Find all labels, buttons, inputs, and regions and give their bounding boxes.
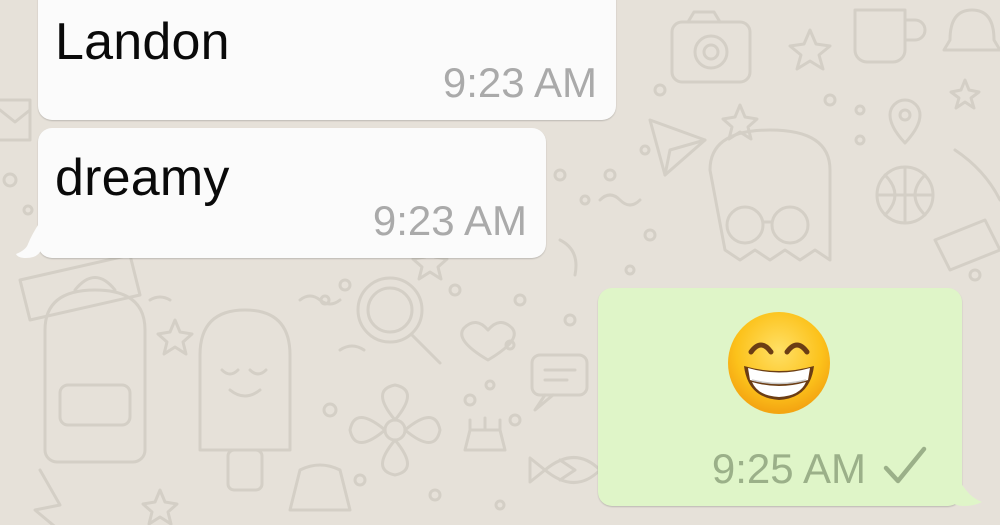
message-timestamp: 9:23 AM	[442, 59, 597, 106]
message-timestamp: 9:25 AM	[711, 445, 866, 492]
outgoing-bubble-tail	[950, 470, 982, 506]
single-check-icon	[883, 446, 927, 484]
message-text: Landon	[55, 13, 230, 71]
incoming-message-bubble[interactable]: dreamy 9:23 AM	[38, 128, 546, 258]
incoming-bubble-tail	[16, 222, 40, 258]
incoming-message-bubble[interactable]: Landon 9:23 AM	[38, 0, 616, 120]
message-timestamp: 9:23 AM	[372, 197, 527, 244]
grinning-face-with-smiling-eyes-emoji-icon	[728, 312, 830, 414]
outgoing-message-bubble[interactable]: 9:25 AM	[598, 288, 962, 506]
message-text: dreamy	[55, 149, 230, 207]
